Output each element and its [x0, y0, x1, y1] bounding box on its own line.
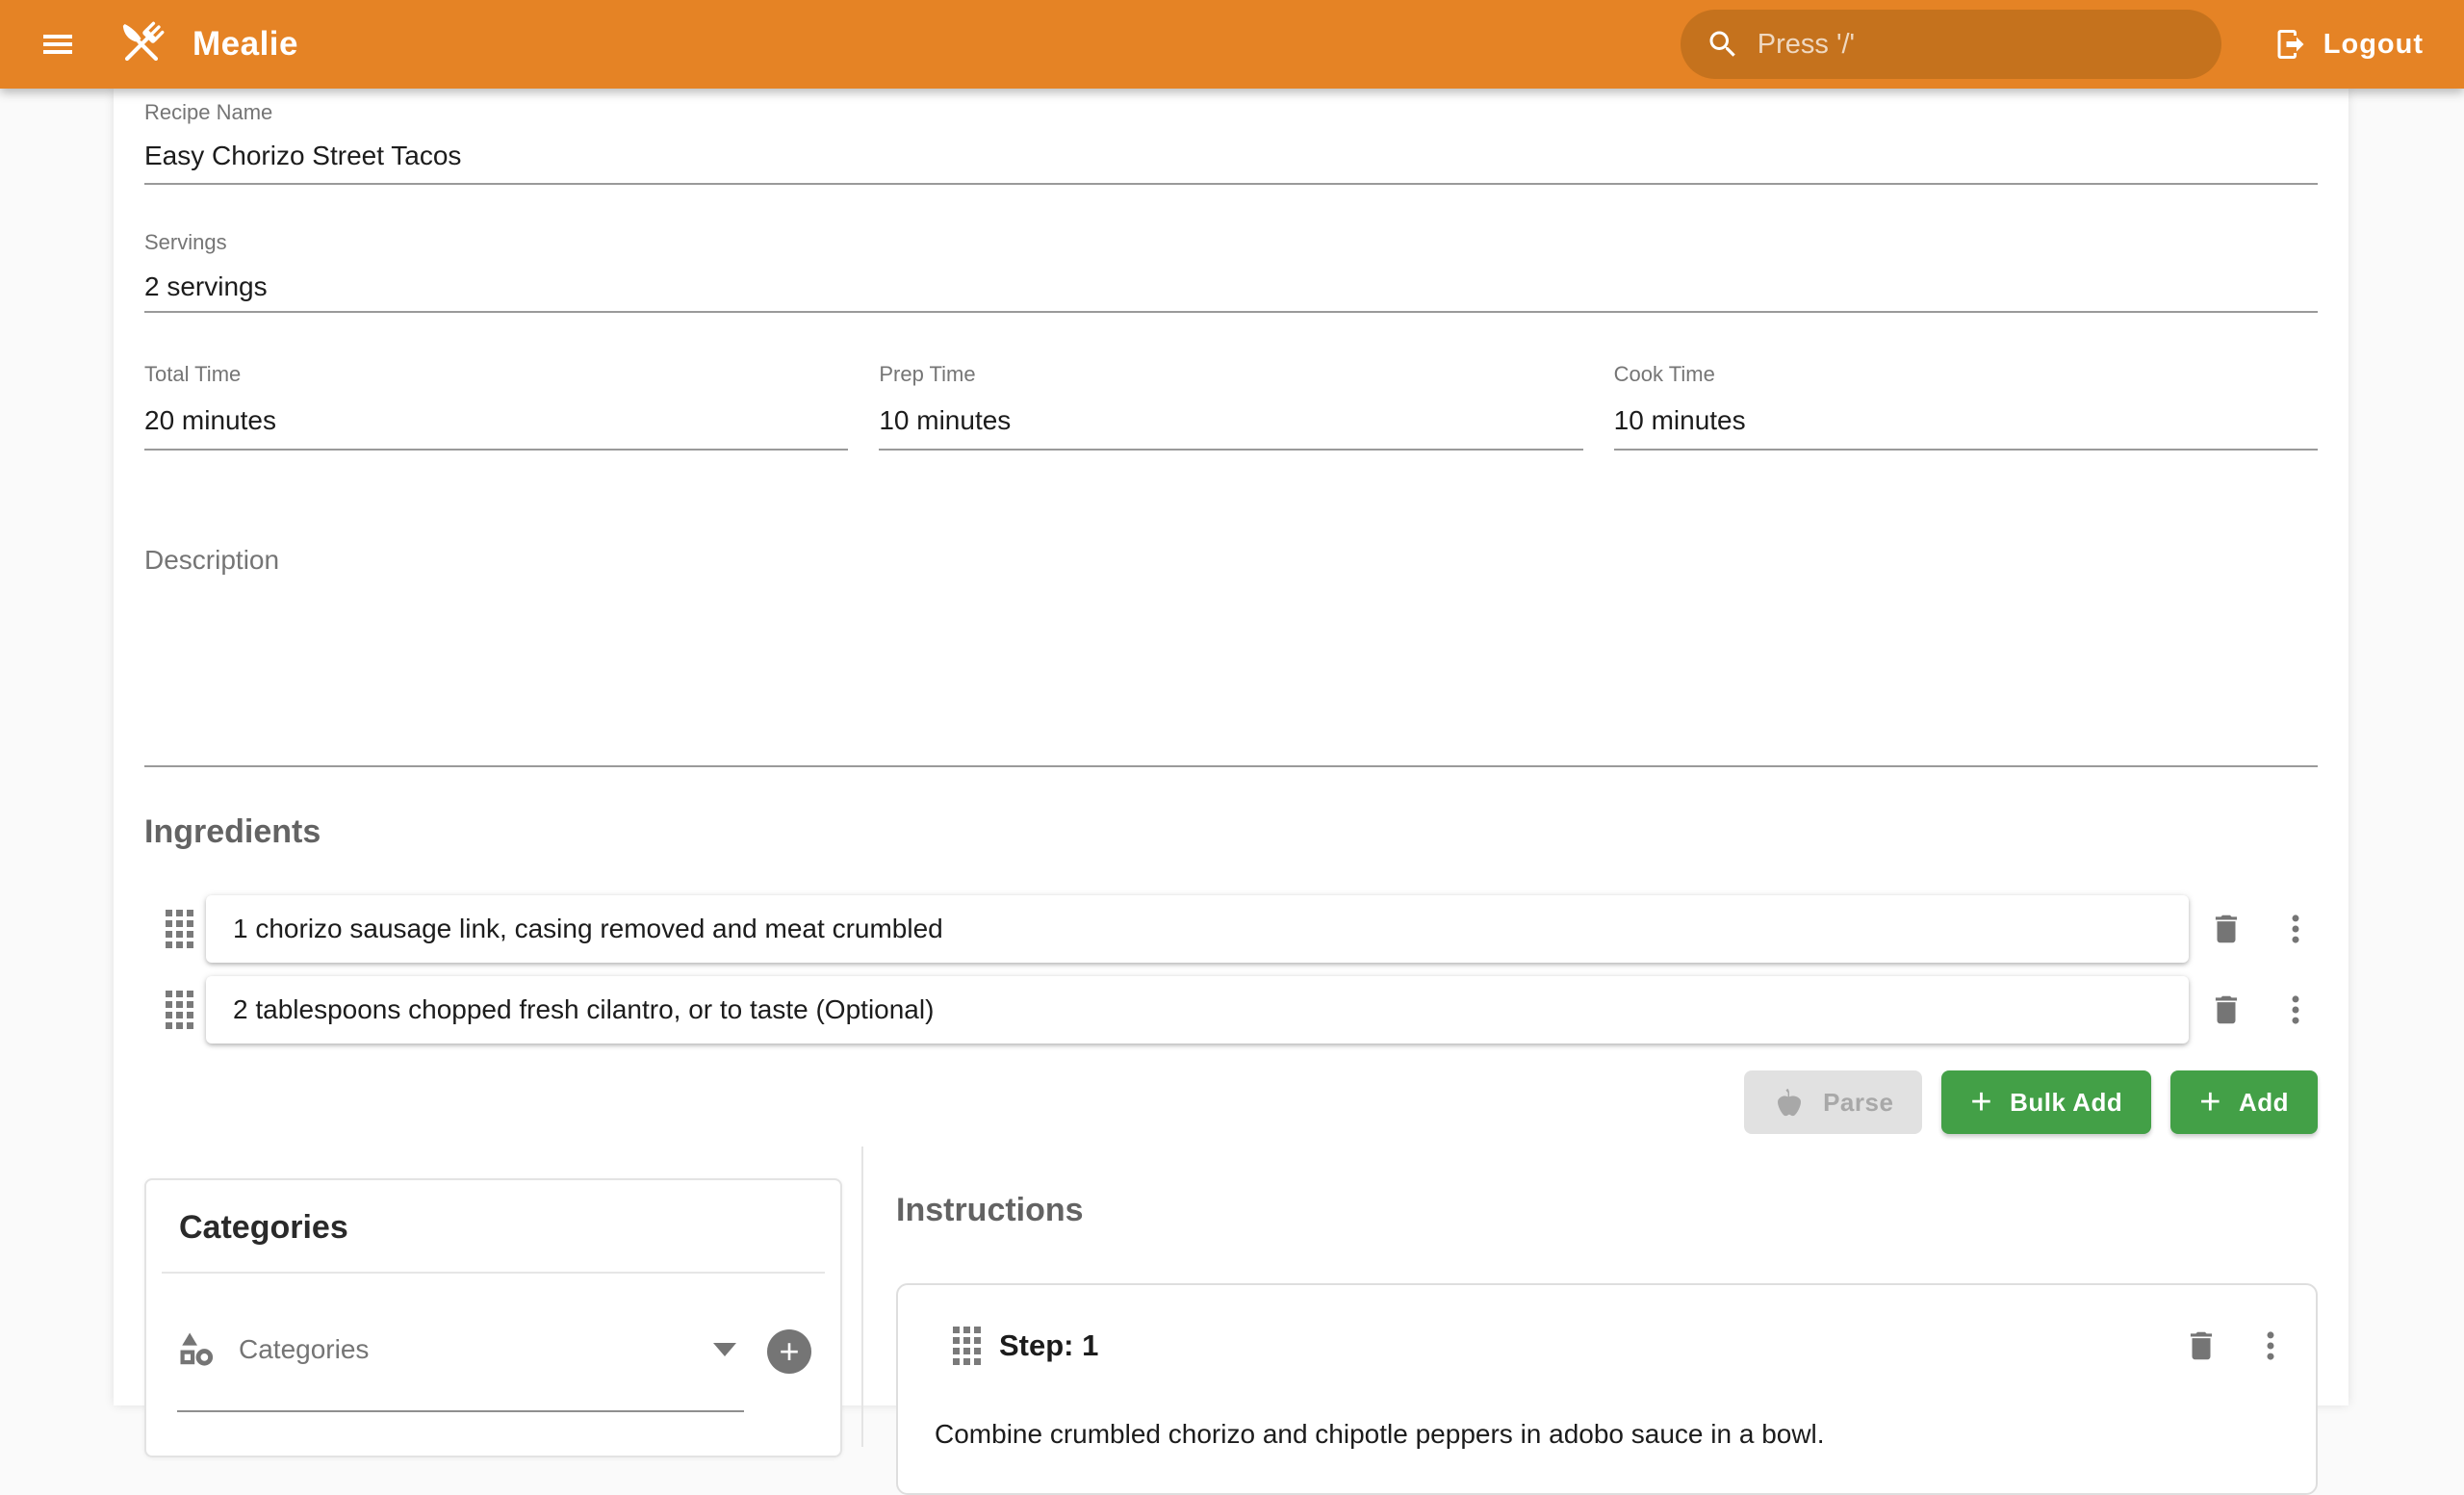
drag-handle-icon[interactable] — [162, 991, 196, 1029]
categories-select[interactable]: Categories — [177, 1329, 744, 1412]
shapes-icon — [177, 1329, 218, 1370]
cook-time-field: Cook Time — [1614, 362, 2318, 451]
total-time-field: Total Time — [144, 362, 848, 451]
logout-label: Logout — [2323, 29, 2424, 61]
ingredient-input-card — [206, 895, 2189, 963]
ingredient-input[interactable] — [233, 994, 2162, 1025]
ingredient-input[interactable] — [233, 914, 2162, 944]
prep-time-input[interactable] — [879, 405, 1582, 436]
prep-time-field: Prep Time — [879, 362, 1582, 451]
step-card: Step: 1 Combine crumbled chorizo and chi… — [896, 1283, 2318, 1495]
kebab-menu-icon — [2277, 911, 2314, 947]
logout-button[interactable]: Logout — [2264, 10, 2433, 79]
hamburger-menu-button[interactable] — [27, 13, 89, 75]
parse-button[interactable]: Parse — [1744, 1070, 1922, 1134]
total-time-input[interactable] — [144, 405, 848, 436]
add-button[interactable]: + Add — [2170, 1070, 2318, 1134]
description-label: Description — [144, 545, 2318, 576]
recipe-name-input[interactable] — [144, 141, 2318, 171]
hamburger-icon — [38, 25, 77, 64]
drag-handle-icon[interactable] — [162, 910, 196, 948]
step-title: Step: 1 — [999, 1328, 2164, 1363]
times-row: Total Time Prep Time Cook Time — [144, 362, 2318, 451]
description-textarea[interactable] — [144, 576, 2318, 760]
bulk-add-button[interactable]: + Bulk Add — [1941, 1070, 2151, 1134]
drag-handle-icon[interactable] — [949, 1327, 984, 1365]
categories-select-label: Categories — [239, 1334, 713, 1365]
instructions-column: Instructions Step: 1 — [863, 1147, 2318, 1447]
trash-icon — [2183, 1327, 2220, 1364]
categories-card: Categories Categories — [144, 1178, 842, 1457]
delete-step-button[interactable] — [2179, 1324, 2223, 1368]
servings-field: Servings — [144, 230, 2318, 313]
step-menu-button[interactable] — [2248, 1324, 2293, 1368]
search-placeholder: Press '/' — [1758, 29, 1855, 61]
step-header: Step: 1 — [916, 1324, 2293, 1368]
apple-icon — [1773, 1086, 1806, 1119]
app-title: Mealie — [192, 25, 298, 64]
ingredient-row — [144, 895, 2318, 963]
categories-column: Categories Categories — [144, 1147, 842, 1447]
logout-icon — [2273, 27, 2308, 62]
trash-icon — [2208, 992, 2245, 1028]
categories-body: Categories + — [146, 1274, 840, 1412]
add-label: Add — [2239, 1088, 2289, 1118]
step-text[interactable]: Combine crumbled chorizo and chipotle pe… — [935, 1419, 2293, 1450]
recipe-editor-card: Recipe Name Servings Total Time Prep Tim… — [114, 89, 2348, 1405]
mealie-logo-icon[interactable] — [112, 14, 171, 74]
ingredients-heading: Ingredients — [144, 813, 2318, 851]
categories-title: Categories — [146, 1180, 840, 1247]
bottom-section: Categories Categories — [144, 1147, 2318, 1447]
ingredient-input-card — [206, 976, 2189, 1044]
app-bar: Mealie Press '/' Logout — [0, 0, 2464, 89]
chevron-down-icon — [713, 1343, 736, 1356]
recipe-name-field: Recipe Name — [144, 94, 2318, 185]
ingredient-row — [144, 976, 2318, 1044]
parse-label: Parse — [1823, 1088, 1893, 1118]
ingredient-list — [144, 895, 2318, 1044]
servings-input[interactable] — [144, 271, 2318, 302]
total-time-label: Total Time — [144, 362, 848, 387]
add-category-button[interactable]: + — [767, 1329, 811, 1374]
ingredient-actions: Parse + Bulk Add + Add — [144, 1070, 2318, 1134]
cook-time-label: Cook Time — [1614, 362, 2318, 387]
instructions-heading: Instructions — [896, 1192, 2318, 1229]
description-field: Description — [144, 545, 2318, 767]
search-icon — [1706, 27, 1740, 62]
search-box[interactable]: Press '/' — [1681, 10, 2221, 79]
ingredient-menu-button[interactable] — [2273, 988, 2318, 1032]
crossed-utensils-icon — [112, 14, 171, 74]
kebab-menu-icon — [2277, 992, 2314, 1028]
trash-icon — [2208, 911, 2245, 947]
prep-time-label: Prep Time — [879, 362, 1582, 387]
servings-label: Servings — [144, 230, 2318, 255]
cook-time-input[interactable] — [1614, 405, 2318, 436]
delete-ingredient-button[interactable] — [2204, 907, 2248, 951]
kebab-menu-icon — [2252, 1327, 2289, 1364]
bulk-add-label: Bulk Add — [2010, 1088, 2122, 1118]
recipe-name-label: Recipe Name — [144, 94, 2318, 125]
delete-ingredient-button[interactable] — [2204, 988, 2248, 1032]
ingredient-menu-button[interactable] — [2273, 907, 2318, 951]
